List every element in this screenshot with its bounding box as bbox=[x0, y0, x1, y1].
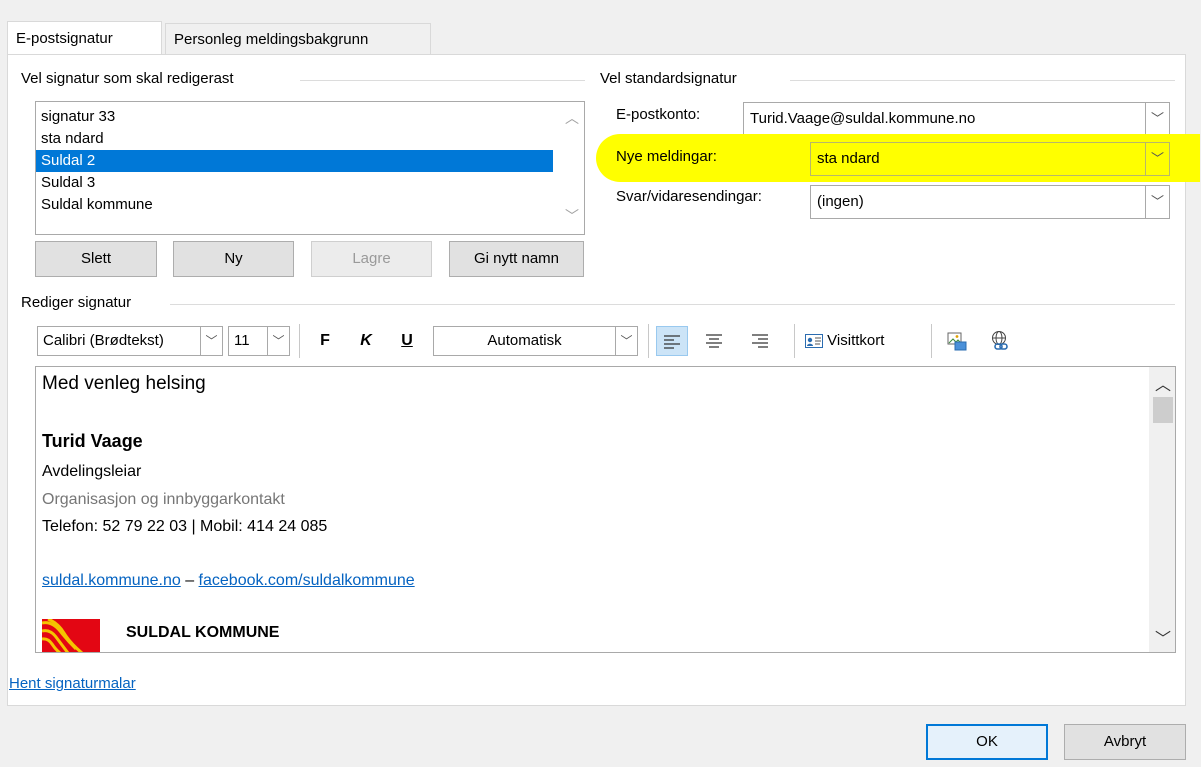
toolbar-separator bbox=[299, 324, 300, 358]
phone-text: Telefon: 52 79 22 03 | Mobil: 414 24 085 bbox=[42, 518, 328, 535]
signature-editor[interactable]: Med venleg helsing Turid Vaage Avdelings… bbox=[35, 366, 1176, 653]
replies-label: Svar/vidaresendingar: bbox=[616, 188, 762, 205]
replies-select[interactable]: (ingen) ﹀ bbox=[810, 185, 1170, 219]
business-card-label: Visittkort bbox=[827, 332, 885, 349]
italic-button[interactable]: K bbox=[355, 326, 377, 356]
insert-picture-button[interactable] bbox=[942, 326, 972, 356]
chevron-down-icon[interactable]: ﹀ bbox=[1145, 186, 1169, 218]
replies-value: (ingen) bbox=[817, 193, 864, 210]
list-item[interactable]: Suldal 2 bbox=[36, 150, 553, 172]
facebook-link[interactable]: facebook.com/suldalkommune bbox=[199, 572, 415, 589]
default-signature-header: Vel standardsignatur bbox=[600, 70, 743, 87]
tab-personal-background[interactable]: Personleg meldingsbakgrunn bbox=[165, 23, 431, 55]
font-select[interactable]: Calibri (Brødtekst) ﹀ bbox=[37, 326, 223, 356]
cancel-button[interactable]: Avbryt bbox=[1064, 724, 1186, 760]
font-color-value: Automatisk bbox=[487, 332, 562, 349]
business-card-icon bbox=[805, 334, 823, 349]
align-right-icon bbox=[752, 334, 768, 348]
toolbar-separator bbox=[648, 324, 649, 358]
align-center-button[interactable] bbox=[698, 326, 730, 356]
toolbar-separator bbox=[794, 324, 795, 358]
rename-button[interactable]: Gi nytt namn bbox=[449, 241, 584, 277]
font-size-value: 11 bbox=[234, 332, 250, 349]
new-messages-label: Nye meldingar: bbox=[616, 148, 717, 165]
delete-button[interactable]: Slett bbox=[35, 241, 157, 277]
signature-list-scrollbar[interactable]: ︿ ﹀ bbox=[558, 102, 584, 234]
list-item[interactable]: Suldal 3 bbox=[36, 172, 584, 194]
scroll-down-icon[interactable]: ﹀ bbox=[1155, 625, 1171, 649]
font-color-select[interactable]: Automatisk ﹀ bbox=[433, 326, 638, 356]
select-signature-header: Vel signatur som skal redigerast bbox=[21, 70, 240, 87]
email-account-select[interactable]: Turid.Vaage@suldal.kommune.no ﹀ bbox=[743, 102, 1170, 136]
title-text: Avdelingsleiar bbox=[42, 463, 142, 480]
scrollbar-thumb[interactable] bbox=[1153, 397, 1173, 423]
tab-personal-background-label: Personleg meldingsbakgrunn bbox=[174, 31, 369, 48]
insert-picture-icon bbox=[947, 332, 967, 351]
ok-button[interactable]: OK bbox=[926, 724, 1048, 760]
business-card-button[interactable]: Visittkort bbox=[805, 326, 920, 356]
links-line: suldal.kommune.no – facebook.com/suldalk… bbox=[42, 572, 415, 590]
divider bbox=[790, 80, 1175, 81]
chevron-down-icon[interactable]: ﹀ bbox=[200, 327, 222, 355]
email-account-label: E-postkonto: bbox=[616, 106, 701, 123]
website-link[interactable]: suldal.kommune.no bbox=[42, 572, 181, 589]
scroll-down-icon[interactable]: ﹀ bbox=[565, 206, 579, 226]
tab-email-signature[interactable]: E-postsignatur bbox=[7, 21, 162, 54]
chevron-down-icon[interactable]: ﹀ bbox=[1145, 103, 1169, 135]
chevron-down-icon[interactable]: ﹀ bbox=[267, 327, 289, 355]
divider bbox=[300, 80, 585, 81]
scroll-up-icon[interactable]: ︿ bbox=[1155, 371, 1171, 395]
save-button[interactable]: Lagre bbox=[311, 241, 432, 277]
hyperlink-icon bbox=[992, 330, 1008, 350]
list-item[interactable]: signatur 33 bbox=[36, 106, 584, 128]
new-button[interactable]: Ny bbox=[173, 241, 294, 277]
email-account-value: Turid.Vaage@suldal.kommune.no bbox=[750, 110, 976, 127]
bold-button[interactable]: F bbox=[314, 326, 336, 356]
signature-list[interactable]: signatur 33 sta ndard Suldal 2 Suldal 3 Suld… bbox=[35, 101, 585, 235]
chevron-down-icon[interactable]: ﹀ bbox=[615, 327, 637, 355]
font-size-select[interactable]: 11 ﹀ bbox=[228, 326, 290, 356]
new-messages-value: sta ndard bbox=[817, 150, 880, 167]
greeting-text: Med venleg helsing bbox=[42, 373, 206, 394]
align-left-button[interactable] bbox=[656, 326, 688, 356]
underline-button[interactable]: U bbox=[396, 326, 418, 356]
edit-signature-header: Rediger signatur bbox=[21, 294, 138, 311]
tab-email-signature-label: E-postsignatur bbox=[16, 30, 113, 47]
scroll-up-icon[interactable]: ︿ bbox=[565, 108, 579, 128]
suldal-logo-icon bbox=[42, 619, 100, 652]
department-text: Organisasjon og innbyggarkontakt bbox=[42, 491, 285, 508]
org-name-text: SULDAL KOMMUNE bbox=[126, 624, 280, 641]
get-templates-link[interactable]: Hent signaturmalar bbox=[9, 675, 136, 692]
insert-hyperlink-button[interactable] bbox=[985, 326, 1015, 356]
chevron-down-icon[interactable]: ﹀ bbox=[1145, 143, 1169, 175]
toolbar-separator bbox=[931, 324, 932, 358]
list-item[interactable]: Suldal kommune bbox=[36, 194, 584, 216]
link-separator: – bbox=[180, 572, 199, 589]
align-center-icon bbox=[706, 334, 722, 348]
name-text: Turid Vaage bbox=[42, 431, 143, 451]
font-value: Calibri (Brødtekst) bbox=[43, 332, 164, 349]
editor-scrollbar[interactable]: ︿ ﹀ bbox=[1149, 367, 1175, 652]
align-right-button[interactable] bbox=[744, 326, 776, 356]
list-item[interactable]: sta ndard bbox=[36, 128, 584, 150]
divider bbox=[170, 304, 1175, 305]
new-messages-select[interactable]: sta ndard ﹀ bbox=[810, 142, 1170, 176]
align-left-icon bbox=[664, 335, 680, 349]
